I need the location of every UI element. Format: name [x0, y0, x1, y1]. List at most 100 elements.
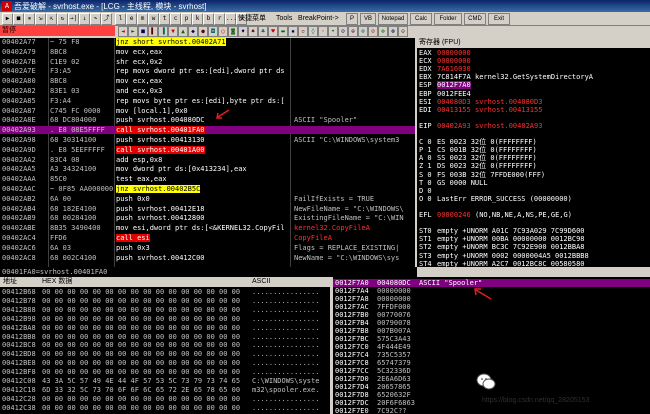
- register-row[interactable]: ST4 empty +UNORM A2C7 0012BC8C 00580580: [417, 260, 650, 267]
- disasm-row[interactable]: 00402AC4 FFD6 call esi CopyFileA: [0, 234, 415, 242]
- disasm-row[interactable]: 00402A77 ~ 75 F8 jnz short svrhost.00402A7…: [0, 38, 415, 46]
- register-row[interactable]: ESP 0012F7A0: [417, 81, 650, 90]
- disasm-row[interactable]: 00402A79 8BC8 mov ecx,eax: [0, 48, 415, 56]
- register-row[interactable]: [417, 203, 650, 211]
- register-row[interactable]: ST2 empty +UNORM BC3C 7C92E900 0012BBA8: [417, 243, 650, 251]
- disassembly-pane[interactable]: 00402A77 ~ 75 F8 jnz short svrhost.00402A7…: [0, 38, 415, 267]
- tools-menu[interactable]: Tools: [276, 13, 292, 24]
- register-row[interactable]: [417, 114, 650, 122]
- disasm-row[interactable]: 00402A80 8BC8 mov ecx,eax: [0, 77, 415, 85]
- shortcut-menu[interactable]: 快捷菜单: [238, 13, 266, 24]
- quick-button[interactable]: ◘: [208, 26, 218, 37]
- quick-button[interactable]: ⊕: [348, 26, 358, 37]
- toolbar-letter-button[interactable]: l: [115, 13, 126, 25]
- stack-row[interactable]: 0012F7C8 65747379: [333, 359, 650, 367]
- dump-row[interactable]: 00412BB8 00 00 00 00 00 00 00 00 00 00 00…: [0, 333, 330, 341]
- dump-row[interactable]: 00412C28 00 00 00 00 00 00 00 00 00 00 00…: [0, 395, 330, 403]
- dump-col-ascii[interactable]: ASCII: [252, 277, 270, 287]
- quick-button[interactable]: ♠: [248, 26, 258, 37]
- dump-row[interactable]: 00412C18 6D 33 32 5C 73 70 6F 6F 6C 65 72…: [0, 386, 330, 394]
- quick-button[interactable]: ◊: [308, 26, 318, 37]
- stack-row[interactable]: 0012F7B0 00770076: [333, 311, 650, 319]
- quick-button[interactable]: ►: [128, 26, 138, 37]
- register-row[interactable]: ECX 00000000: [417, 57, 650, 65]
- disasm-row[interactable]: 00402A7E F3:A5 rep movs dword ptr es:[edi]…: [0, 67, 415, 75]
- quick-button[interactable]: ◄: [118, 26, 128, 37]
- stack-row[interactable]: 0012F7B8 007B007A: [333, 327, 650, 335]
- memory-dump-pane[interactable]: 地址 HEX 数据 ASCII 00412B68 00 00 00 00 00 0…: [0, 277, 330, 414]
- disasm-row[interactable]: 00402AC6 6A 03 push 0x3 Flags = REPLACE_EXI…: [0, 244, 415, 252]
- register-row[interactable]: ST1 empty +UNORM 00BA 00000000 0012BC98: [417, 235, 650, 243]
- disasm-row[interactable]: 00402AB9 68 00284100 push svrhost.00412800…: [0, 214, 415, 222]
- quick-button[interactable]: ▼: [168, 26, 178, 37]
- stack-row[interactable]: 0012F7A0 004080DC ASCII "Spooler": [333, 279, 650, 287]
- stack-row[interactable]: 0012F7BC 575C3A43: [333, 335, 650, 343]
- disasm-row[interactable]: 00402ABE 8B35 3490400 mov esi,dword ptr ds…: [0, 224, 415, 232]
- quick-button[interactable]: ⊝: [398, 26, 408, 37]
- register-row[interactable]: [417, 130, 650, 138]
- toolbar-button[interactable]: ■: [13, 13, 24, 25]
- toolbar-button[interactable]: ⇲: [35, 13, 46, 25]
- register-row[interactable]: O 0 LastErr ERROR_SUCCESS (00000000): [417, 195, 650, 203]
- disasm-row[interactable]: 00402A9D . E8 5EEFFFFF call svrhost.00401A…: [0, 145, 415, 154]
- registers-pane[interactable]: 寄存器 (FPU) EAX 00000000 ECX 00000000 EDX 7A616…: [417, 38, 650, 267]
- stack-row[interactable]: 0012F7C4 735C5357: [333, 351, 650, 359]
- disasm-row[interactable]: 00402AB2 6A 00 push 0x0 FailIfExists = TRUE: [0, 195, 415, 203]
- plugin-button[interactable]: P: [346, 13, 358, 25]
- plugin-button[interactable]: Notepad: [378, 13, 408, 25]
- disasm-row[interactable]: 00402A93 . E8 08E5FFFF call svrhost.00401F…: [0, 126, 415, 135]
- quick-button[interactable]: ●: [198, 26, 208, 37]
- register-row[interactable]: C 0 ES 0023 32位 0(FFFFFFFF): [417, 138, 650, 146]
- register-row[interactable]: ST3 empty +UNORM 0002 0000004A5 0012BBB8: [417, 252, 650, 260]
- disasm-row[interactable]: 00402AA5 A3 34324100 mov dword ptr ds:[0x4…: [0, 165, 415, 173]
- disasm-row[interactable]: 00402A8E 68 DC804000 push svrhost.004080DC…: [0, 116, 415, 124]
- register-row[interactable]: EBP 0012FEE4: [417, 90, 650, 98]
- quick-button[interactable]: ▐: [158, 26, 168, 37]
- register-row[interactable]: EDX 7A616030: [417, 65, 650, 73]
- toolbar-letter-button[interactable]: w: [148, 13, 159, 25]
- disasm-row[interactable]: 00402AAA 85C0 test eax,eax: [0, 175, 415, 183]
- register-row[interactable]: ESI 004080D3 svrhost.004080D3: [417, 98, 650, 106]
- toolbar-letter-button[interactable]: r: [214, 13, 225, 25]
- quick-button[interactable]: ▪: [288, 26, 298, 37]
- register-row[interactable]: T 0 GS 0000 NULL: [417, 179, 650, 187]
- toolbar-button[interactable]: ▶: [2, 13, 13, 25]
- disasm-row[interactable]: 00402AC8 68 002C4100 push svrhost.00412C00…: [0, 254, 415, 262]
- quick-button[interactable]: ⊗: [358, 26, 368, 37]
- dump-row[interactable]: 00412C08 43 3A 5C 57 49 4E 44 4F 57 53 5C…: [0, 377, 330, 385]
- dump-col-hex[interactable]: HEX 数据: [42, 277, 72, 287]
- toolbar-letter-button[interactable]: t: [159, 13, 170, 25]
- quick-button[interactable]: ◦: [318, 26, 328, 37]
- toolbar-letter-button[interactable]: e: [126, 13, 137, 25]
- toolbar-letter-button[interactable]: c: [170, 13, 181, 25]
- register-row[interactable]: [417, 219, 650, 227]
- toolbar-button[interactable]: ↻: [57, 13, 68, 25]
- dump-row[interactable]: 00412BD8 00 00 00 00 00 00 00 00 00 00 00…: [0, 350, 330, 358]
- quick-button[interactable]: ◙: [228, 26, 238, 37]
- toolbar-button[interactable]: ↓: [79, 13, 90, 25]
- quick-button[interactable]: ◆: [188, 26, 198, 37]
- register-row[interactable]: Z 1 DS 0023 32位 0(FFFFFFFF): [417, 162, 650, 170]
- disasm-row[interactable]: 00402AB4 68 182E4100 push svrhost.00412E18…: [0, 205, 415, 213]
- toolbar-letter-button[interactable]: p: [181, 13, 192, 25]
- register-row[interactable]: P 1 CS 001B 32位 0(FFFFFFFF): [417, 146, 650, 154]
- register-row[interactable]: ST0 empty +UNORM A01C 7C93A029 7C99D600: [417, 227, 650, 235]
- toolbar-letter-button[interactable]: m: [137, 13, 148, 25]
- stack-row[interactable]: 0012F7B4 00790078: [333, 319, 650, 327]
- toolbar-button[interactable]: ⤴: [101, 13, 112, 25]
- toolbar-letter-button[interactable]: ...: [225, 13, 237, 25]
- register-row[interactable]: EIP 00402A93 svrhost.00402A93: [417, 122, 650, 130]
- toolbar-letter-button[interactable]: b: [203, 13, 214, 25]
- plugin-button[interactable]: Exit: [488, 13, 510, 25]
- disasm-row[interactable]: 00402AAC ~ 0F85 AA000000 jnz svrhost.00402…: [0, 185, 415, 193]
- dump-row[interactable]: 00412BA8 00 00 00 00 00 00 00 00 00 00 00…: [0, 324, 330, 332]
- dump-col-address[interactable]: 地址: [3, 277, 17, 287]
- dump-row[interactable]: 00412C38 00 00 00 00 00 00 00 00 00 00 00…: [0, 404, 330, 412]
- disasm-row[interactable]: 00402AA2 83C4 08 add esp,0x8: [0, 156, 415, 164]
- disasm-row[interactable]: 00402A85 F3:A4 rep movs byte ptr es:[edi],…: [0, 97, 415, 105]
- dump-row[interactable]: 00412B88 00 00 00 00 00 00 00 00 00 00 00…: [0, 306, 330, 314]
- stack-row[interactable]: 0012F7C0 4F444E49: [333, 343, 650, 351]
- register-row[interactable]: EBX 7C814F7A kernel32.GetSystemDirectoryA: [417, 73, 650, 81]
- breakpoint-menu[interactable]: BreakPoint->: [298, 13, 339, 24]
- plugin-button[interactable]: VB: [360, 13, 376, 25]
